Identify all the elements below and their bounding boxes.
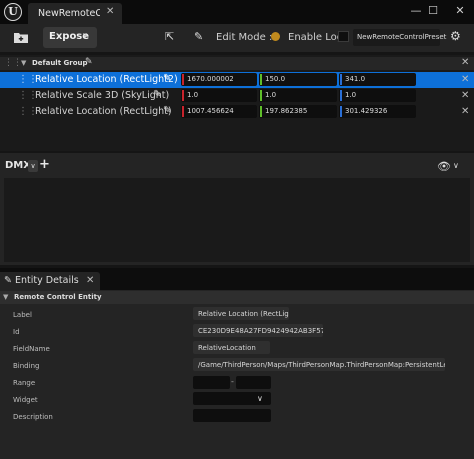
y-value: 197.862385 (265, 107, 308, 115)
group-name: Default Group (32, 59, 88, 67)
widget-property-label: Widget (13, 396, 38, 404)
id-value: CE230D9E48A27FD9424942AB3F57CC49 (198, 327, 323, 335)
x-value: 1670.000002 (187, 75, 234, 83)
z-value-field[interactable]: 1.0 (339, 89, 416, 102)
label-value-field[interactable]: Relative Location (RectLight2) (193, 307, 289, 320)
binding-value: /Game/ThirdPerson/Maps/ThirdPersonMap.Th… (198, 361, 445, 369)
y-value-field[interactable]: 150.0 (259, 73, 337, 86)
id-property-label: Id (13, 328, 20, 336)
chevron-down-icon[interactable]: ∨ (257, 394, 263, 403)
minimize-icon[interactable]: — (408, 4, 424, 18)
edit-mode-toggle[interactable] (271, 32, 280, 41)
chevron-down-icon[interactable]: ▼ (3, 293, 8, 301)
unreal-logo-icon: U (4, 3, 22, 21)
info-icon: ✎ (4, 275, 12, 286)
expose-button[interactable]: Expose (43, 27, 97, 48)
entity-details-tab-label: Entity Details (15, 275, 79, 286)
binding-value-field[interactable]: /Game/ThirdPerson/Maps/ThirdPersonMap.Th… (193, 358, 445, 371)
pencil-icon[interactable]: ✎ (194, 30, 203, 43)
id-value-field[interactable]: CE230D9E48A27FD9424942AB3F57CC49 (193, 324, 323, 337)
z-value: 341.0 (345, 75, 366, 83)
edit-mode-label: Edit Mode : (216, 32, 273, 43)
binding-property-label: Binding (13, 362, 40, 370)
drag-handle-icon[interactable]: ⋮⋮ (4, 58, 22, 68)
chevron-down-icon: ∨ (82, 31, 88, 40)
y-value: 150.0 (265, 75, 286, 83)
range-min-field[interactable] (193, 376, 230, 389)
x-value-field[interactable]: 1007.456624 (181, 105, 257, 118)
maximize-icon[interactable]: ☐ (425, 4, 441, 18)
remove-property-icon[interactable]: ✕ (461, 90, 469, 101)
gear-icon[interactable]: ⚙ (450, 29, 461, 43)
y-value-field[interactable]: 1.0 (259, 89, 337, 102)
property-label: Relative Location (RectLight) (35, 106, 172, 117)
range-property-label: Range (13, 379, 36, 387)
label-property-label: Label (13, 311, 32, 319)
enable-log-checkbox[interactable] (338, 31, 349, 42)
delete-group-icon[interactable]: ✕ (461, 57, 469, 68)
window-close-icon[interactable]: ✕ (452, 4, 468, 18)
chevron-down-icon[interactable]: ∨ (28, 160, 38, 172)
document-tab-title: NewRemoteCo... (38, 8, 100, 19)
edit-property-icon[interactable]: ✎ (163, 73, 171, 84)
property-label: Relative Scale 3D (SkyLight) (35, 90, 170, 101)
z-value-field[interactable]: 301.429326 (339, 105, 416, 118)
dmx-content-area (4, 178, 470, 262)
range-separator: - (231, 377, 234, 386)
label-value: Relative Location (RectLight2) (198, 310, 289, 318)
x-value: 1007.456624 (187, 107, 234, 115)
tab-close-icon[interactable]: ✕ (106, 6, 114, 17)
y-value-field[interactable]: 197.862385 (259, 105, 337, 118)
z-value: 1.0 (345, 91, 357, 99)
z-value: 301.429326 (345, 107, 388, 115)
edit-property-icon[interactable]: ✎ (163, 105, 171, 116)
new-folder-icon[interactable] (14, 31, 28, 43)
open-external-icon[interactable]: ⇱ (165, 30, 174, 43)
preset-name-label: NewRemoteControlPreset (357, 33, 447, 41)
fieldname-value-field[interactable]: RelativeLocation (193, 341, 270, 354)
property-label: Relative Location (RectLight2) (35, 74, 178, 85)
description-field[interactable] (193, 409, 271, 422)
y-value: 1.0 (265, 91, 277, 99)
section-title: Remote Control Entity (14, 293, 102, 301)
chevron-down-icon[interactable]: ▼ (21, 59, 26, 67)
range-max-field[interactable] (236, 376, 271, 389)
edit-property-icon[interactable]: ✎ (153, 89, 161, 100)
remove-property-icon[interactable]: ✕ (461, 74, 469, 85)
fieldname-value: RelativeLocation (198, 344, 256, 352)
x-value-field[interactable]: 1670.000002 (181, 73, 257, 86)
z-value-field[interactable]: 341.0 (339, 73, 416, 86)
preset-name-button[interactable]: NewRemoteControlPreset (353, 29, 446, 46)
close-icon[interactable]: ✕ (86, 275, 94, 286)
remove-property-icon[interactable]: ✕ (461, 106, 469, 117)
add-icon[interactable]: + (39, 157, 50, 172)
entity-details-tab[interactable]: ✎ Entity Details (0, 272, 100, 290)
eye-icon[interactable]: 👁 (437, 160, 451, 173)
chevron-down-icon[interactable]: ∨ (453, 161, 459, 170)
fieldname-property-label: FieldName (13, 345, 50, 353)
rename-group-icon[interactable]: ✎ (85, 57, 93, 67)
description-property-label: Description (13, 413, 53, 421)
x-value: 1.0 (187, 91, 199, 99)
x-value-field[interactable]: 1.0 (181, 89, 257, 102)
